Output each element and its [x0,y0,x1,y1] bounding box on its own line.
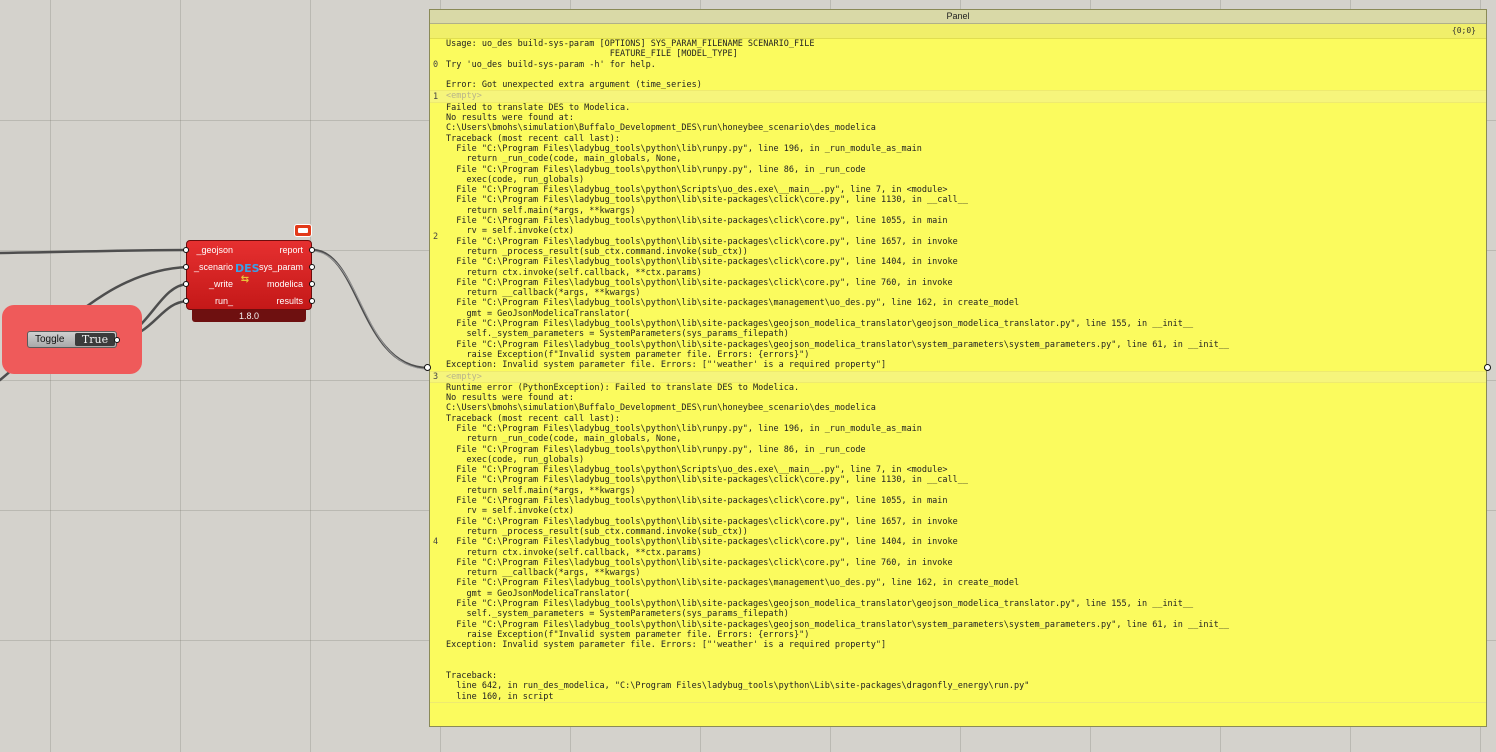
branch-index: 4 [433,537,439,548]
branch-index: 2 [433,231,439,242]
output-port-dot[interactable] [309,264,315,270]
branch-index: 1 [433,91,439,102]
toggle-output-port[interactable] [114,337,120,343]
panel-output-port[interactable] [1484,364,1491,371]
toggle-value[interactable]: True [75,333,115,346]
branch-text: Runtime error (PythonException): Failed … [446,382,1229,702]
output-port-dot[interactable] [309,247,315,253]
output-port-dot[interactable] [309,281,315,287]
input-port-dot[interactable] [183,281,189,287]
panel-branch-4: 4 Runtime error (PythonException): Faile… [430,383,1486,703]
text-panel[interactable]: Panel {0;0} 0 Usage: uo_des build-sys-pa… [429,9,1487,727]
component-version: 1.8.0 [192,310,306,322]
panel-data-path: {0;0} [430,24,1486,39]
panel-branch-0: 0 Usage: uo_des build-sys-param [OPTIONS… [430,39,1486,92]
boolean-toggle[interactable]: Toggle True [27,331,117,348]
panel-input-port[interactable] [424,364,431,371]
input-port-dot[interactable] [183,264,189,270]
input-write[interactable]: _write [193,279,233,289]
branch-text: <empty> [446,91,482,102]
input-scenario[interactable]: _scenario [193,262,233,272]
component-body[interactable]: _geojson _scenario _write run_ report sy… [186,240,312,310]
branch-text: Usage: uo_des build-sys-param [OPTIONS] … [446,39,815,91]
panel-title[interactable]: Panel [430,10,1486,24]
panel-branch-1: 1 <empty> [430,91,1486,103]
branch-index: 0 [433,59,439,70]
des-component[interactable]: _geojson _scenario _write run_ report sy… [186,240,312,324]
panel-content[interactable]: 0 Usage: uo_des build-sys-param [OPTIONS… [430,39,1486,703]
output-sys-param[interactable]: sys_param [259,262,303,272]
panel-branch-2: 2 Failed to translate DES to Modelica. N… [430,103,1486,372]
input-run[interactable]: run_ [193,296,233,306]
output-report[interactable]: report [279,245,303,255]
output-results[interactable]: results [276,296,303,306]
panel-branch-3: 3 <empty> [430,371,1486,383]
wire-geojson [0,248,190,255]
output-port-dot[interactable] [309,298,315,304]
output-modelica[interactable]: modelica [267,279,303,289]
input-geojson[interactable]: _geojson [193,245,233,255]
des-icon: DES ⇆ [235,262,260,285]
wire-report-panel [310,248,430,370]
branch-text: <empty> [446,371,482,382]
branch-index: 3 [433,371,439,382]
branch-text: Failed to translate DES to Modelica. No … [446,102,1229,371]
input-port-dot[interactable] [183,298,189,304]
input-port-dot[interactable] [183,247,189,253]
toggle-label: Toggle [35,334,65,345]
warning-balloon-icon[interactable] [294,224,312,237]
